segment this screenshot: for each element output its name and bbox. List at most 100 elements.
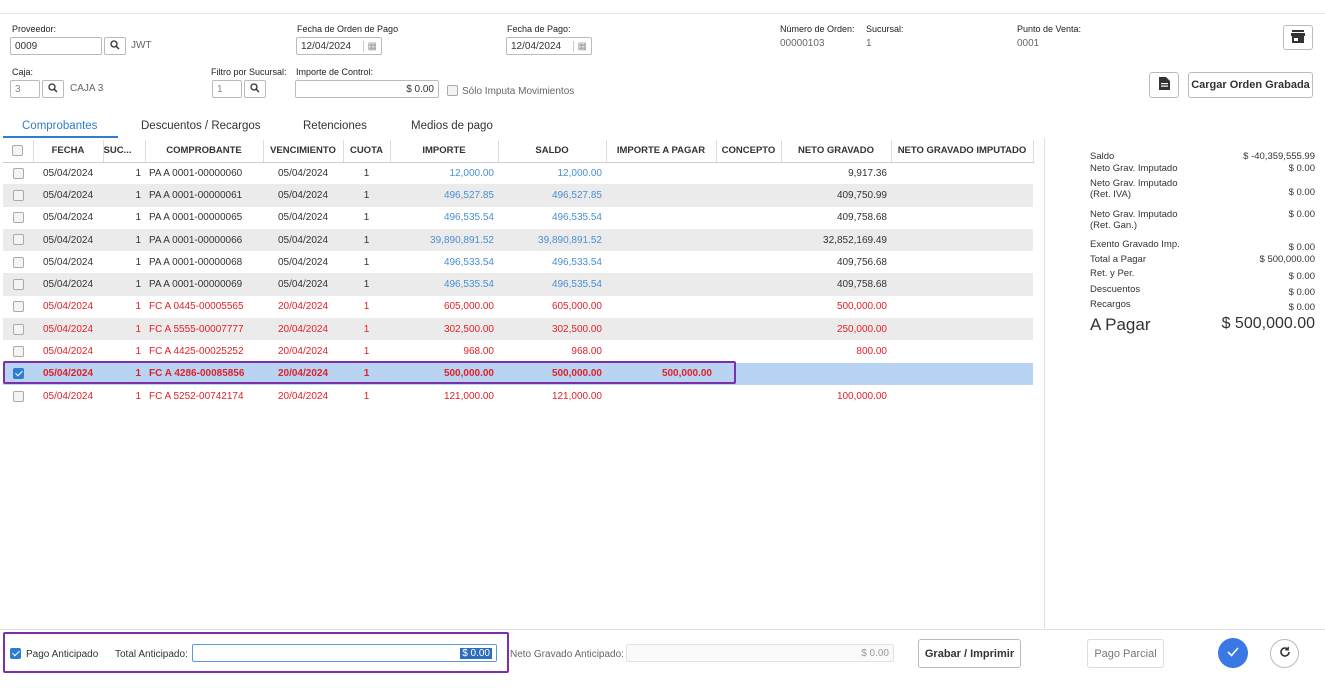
row-checkbox[interactable] [12, 256, 24, 268]
col-importe[interactable]: IMPORTE [390, 140, 499, 163]
neto-anticipado-input[interactable]: $ 0.00 [626, 644, 894, 662]
table-row[interactable]: 05/04/2024 1 FC A 5252-00742174 20/04/2024 1… [3, 385, 1033, 407]
cell-concepto[interactable] [716, 340, 781, 362]
tab-descuentos-recargos[interactable]: Descuentos / Recargos [141, 120, 261, 132]
col-comprobante[interactable]: COMPROBANTE [145, 140, 264, 163]
pago-parcial-button[interactable]: Pago Parcial [1087, 639, 1164, 668]
cell-concepto[interactable] [716, 251, 781, 273]
col-concepto[interactable]: CONCEPTO [716, 140, 782, 163]
table-row[interactable]: 05/04/2024 1 FC A 4425-00025252 20/04/2024 1… [3, 340, 1033, 362]
cell-neto-gravado: 9,917.36 [848, 167, 887, 179]
cell-importe-a-pagar[interactable] [606, 184, 716, 207]
caja-code-input[interactable]: 3 [10, 80, 40, 98]
col-cuota[interactable]: CUOTA [343, 140, 391, 163]
solo-imputa-checkbox[interactable] [447, 85, 458, 96]
tab-retenciones[interactable]: Retenciones [303, 120, 367, 132]
row-select-cell[interactable] [3, 273, 33, 296]
row-checkbox[interactable] [12, 323, 24, 335]
row-select-cell[interactable] [3, 207, 33, 229]
table-row[interactable]: 05/04/2024 1 PA A 0001-00000065 05/04/2024 1… [3, 207, 1033, 229]
col-sucursal[interactable]: SUC... [103, 140, 146, 163]
row-checkbox[interactable] [12, 189, 24, 201]
cell-importe-a-pagar[interactable] [606, 207, 716, 229]
filtro-sucursal-input[interactable]: 1 [212, 80, 242, 98]
fecha-orden-input[interactable]: 12/04/2024 ▦ [296, 37, 382, 55]
row-select-cell[interactable] [3, 228, 33, 252]
cell-importe-a-pagar[interactable] [606, 318, 716, 341]
select-all-checkbox[interactable] [12, 145, 24, 157]
caja-search-button[interactable] [42, 80, 64, 98]
select-all-header[interactable] [3, 140, 34, 163]
cell-concepto[interactable] [716, 207, 781, 229]
row-select-cell[interactable] [3, 184, 33, 207]
table-row[interactable]: 05/04/2024 1 PA A 0001-00000069 05/04/2024 1… [3, 273, 1033, 296]
cell-sucursal: 1 [135, 346, 141, 358]
col-neto-gravado-imputado[interactable]: NETO GRAVADO IMPUTADO [891, 140, 1034, 163]
importe-control-input[interactable]: $ 0.00 [295, 80, 439, 98]
row-checkbox[interactable] [12, 390, 24, 402]
summary-total-value: $ 500,000.00 [1259, 254, 1315, 265]
cell-concepto[interactable] [716, 273, 781, 296]
cell-concepto[interactable] [716, 228, 781, 252]
summary-total: Total a Pagar $ 500,000.00 [1090, 254, 1315, 265]
col-saldo[interactable]: SALDO [498, 140, 607, 163]
cell-importe-a-pagar[interactable] [606, 273, 716, 296]
cell-vencimiento: 05/04/2024 [277, 167, 329, 179]
calendar-icon: ▦ [362, 40, 377, 52]
col-fecha[interactable]: FECHA [33, 140, 104, 163]
table-row[interactable]: 05/04/2024 1 FC A 5555-00007777 20/04/2024 1… [3, 318, 1033, 341]
proveedor-search-button[interactable] [104, 37, 126, 55]
refresh-button[interactable] [1270, 639, 1299, 668]
cell-concepto[interactable] [716, 296, 781, 318]
row-checkbox[interactable] [12, 301, 24, 313]
confirm-button[interactable] [1218, 638, 1248, 668]
summary-ngi-iva-value: $ 0.00 [1288, 187, 1315, 198]
table-row[interactable]: 05/04/2024 1 PA A 0001-00000060 05/04/2024 1… [3, 162, 1033, 184]
cell-importe-a-pagar[interactable] [606, 162, 716, 184]
summary-exento-label: Exento Gravado Imp. [1090, 239, 1180, 250]
col-vencimiento[interactable]: VENCIMIENTO [263, 140, 344, 163]
cell-importe-a-pagar[interactable] [606, 228, 716, 252]
cell-importe-a-pagar[interactable] [606, 251, 716, 273]
tab-comprobantes[interactable]: Comprobantes [22, 120, 97, 132]
proveedor-code-input[interactable]: 0009 [10, 37, 102, 55]
row-select-cell[interactable] [3, 296, 33, 318]
col-neto-gravado[interactable]: NETO GRAVADO [781, 140, 892, 163]
store-button[interactable] [1283, 25, 1313, 50]
row-checkbox[interactable] [12, 212, 24, 224]
document-button[interactable] [1149, 72, 1179, 98]
cell-comprobante: PA A 0001-00000068 [149, 256, 243, 268]
cargar-orden-grabada-button[interactable]: Cargar Orden Grabada [1188, 72, 1313, 98]
row-checkbox[interactable] [12, 345, 24, 357]
cell-concepto[interactable] [716, 385, 781, 407]
table-row[interactable]: 05/04/2024 1 PA A 0001-00000061 05/04/2024 1… [3, 184, 1033, 207]
row-select-cell[interactable] [3, 162, 33, 184]
col-importe-a-pagar[interactable]: IMPORTE A PAGAR [606, 140, 717, 163]
cell-sucursal: 1 [135, 256, 141, 268]
row-select-cell[interactable] [3, 385, 33, 407]
fecha-pago-input[interactable]: 12/04/2024 ▦ [506, 37, 592, 55]
row-select-cell[interactable] [3, 340, 33, 362]
row-select-cell[interactable] [3, 251, 33, 273]
cell-sucursal: 1 [135, 390, 141, 402]
table-row[interactable]: 05/04/2024 1 FC A 0445-00005565 20/04/2024 1… [3, 296, 1033, 318]
summary-ngi-gan: Neto Grav. Imputado (Ret. Gan.) $ 0.00 [1090, 209, 1315, 231]
cell-importe-a-pagar[interactable] [606, 385, 716, 407]
cell-importe-a-pagar[interactable] [606, 296, 716, 318]
summary-saldo-value: $ -40,359,555.99 [1243, 151, 1315, 162]
row-checkbox[interactable] [12, 167, 24, 179]
filtro-search-button[interactable] [244, 80, 266, 98]
summary-ngi-iva-label-2: (Ret. IVA) [1090, 189, 1131, 200]
grabar-imprimir-button[interactable]: Grabar / Imprimir [918, 639, 1021, 668]
table-row[interactable]: 05/04/2024 1 PA A 0001-00000066 05/04/2024 1… [3, 228, 1033, 252]
cell-concepto[interactable] [716, 184, 781, 207]
table-row[interactable]: 05/04/2024 1 PA A 0001-00000068 05/04/2024 1… [3, 251, 1033, 273]
cell-concepto[interactable] [716, 318, 781, 341]
cell-fecha: 05/04/2024 [42, 346, 94, 358]
tab-medios-de-pago[interactable]: Medios de pago [411, 120, 493, 132]
cell-concepto[interactable] [716, 162, 781, 184]
cell-importe-a-pagar[interactable] [606, 340, 716, 362]
row-checkbox[interactable] [12, 279, 24, 291]
row-select-cell[interactable] [3, 318, 33, 341]
row-checkbox[interactable] [12, 234, 24, 246]
